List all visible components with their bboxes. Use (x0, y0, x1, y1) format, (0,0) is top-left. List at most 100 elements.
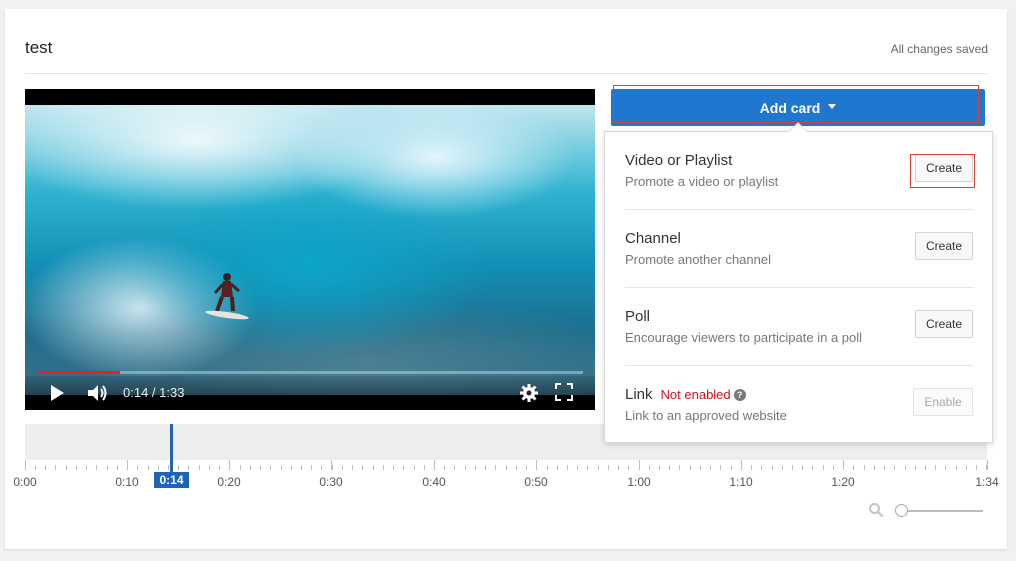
progress-bar[interactable] (37, 371, 583, 374)
create-channel-button[interactable]: Create (915, 232, 973, 260)
timeline-minor-tick (751, 465, 752, 470)
timeline-minor-tick (690, 465, 691, 470)
timeline-minor-tick (925, 465, 926, 470)
menu-item-channel[interactable]: Channel Promote another channel Create (625, 224, 973, 302)
option-description: Promote another channel (625, 252, 771, 267)
option-title: Channel (625, 230, 681, 247)
timeline-tick-label: 0:00 (13, 475, 37, 489)
option-title: Link (625, 386, 653, 403)
timeline-minor-tick (495, 465, 496, 470)
player-controls: 0:14 / 1:33 (25, 376, 595, 410)
timeline-minor-tick (311, 465, 312, 470)
menu-item-poll[interactable]: Poll Encourage viewers to participate in… (625, 302, 973, 380)
timeline-minor-tick (905, 465, 906, 470)
page-title: test (25, 38, 53, 57)
playhead-time-badge: 0:14 (154, 472, 189, 488)
timeline-minor-tick (506, 465, 507, 470)
timeline-minor-tick (853, 465, 854, 470)
timeline-minor-tick (454, 465, 455, 470)
timeline-minor-tick (188, 465, 189, 470)
timeline-minor-tick (86, 465, 87, 470)
timeline-minor-tick (199, 465, 200, 470)
timeline-minor-tick (219, 465, 220, 470)
menu-item-link[interactable]: Link Not enabled? Link to an approved web… (625, 380, 973, 458)
timeline-minor-tick (536, 465, 537, 470)
timeline-minor-tick (772, 465, 773, 470)
timeline-minor-tick (45, 465, 46, 470)
menu-item-video-playlist[interactable]: Video or Playlist Promote a video or pla… (625, 146, 973, 224)
timeline-minor-tick (301, 465, 302, 470)
video-player[interactable]: 0:14 / 1:33 (25, 89, 595, 410)
timeline-minor-tick (66, 465, 67, 470)
time-display: 0:14 / 1:33 (123, 385, 185, 400)
timeline-minor-tick (587, 465, 588, 470)
help-icon[interactable]: ? (733, 389, 746, 401)
playhead[interactable] (170, 424, 173, 472)
timeline-minor-tick (976, 465, 977, 470)
timeline-minor-tick (373, 465, 374, 470)
menu-divider (625, 365, 973, 366)
timeline-minor-tick (649, 465, 650, 470)
timeline-minor-tick (628, 465, 629, 470)
timeline-tick-label: 1:10 (729, 475, 753, 489)
timeline-minor-tick (843, 465, 844, 470)
timeline-minor-tick (639, 465, 640, 470)
create-video-playlist-button[interactable]: Create (915, 154, 973, 182)
video-frame[interactable] (25, 105, 595, 395)
zoom-slider[interactable] (900, 510, 983, 512)
timeline-minor-tick (383, 465, 384, 470)
timeline-minor-tick (884, 465, 885, 470)
timeline-minor-tick (812, 465, 813, 470)
add-card-label: Add card (759, 99, 821, 116)
option-title: Poll (625, 308, 651, 325)
timeline-minor-tick (782, 465, 783, 470)
timeline-minor-tick (158, 465, 159, 470)
enable-link-button: Enable (913, 388, 973, 416)
timeline-minor-tick (434, 465, 435, 470)
zoom-slider-handle[interactable] (895, 504, 908, 517)
timeline-minor-tick (475, 465, 476, 470)
timeline-minor-tick (833, 465, 834, 470)
timeline-minor-tick (598, 465, 599, 470)
timeline-minor-tick (894, 465, 895, 470)
timeline-minor-tick (229, 465, 230, 470)
timeline-minor-tick (608, 465, 609, 470)
option-description: Encourage viewers to participate in a po… (625, 330, 863, 345)
card-type-menu: Video or Playlist Promote a video or pla… (604, 131, 993, 443)
timeline-minor-tick (526, 465, 527, 470)
timeline-minor-tick (393, 465, 394, 470)
timeline-minor-tick (178, 465, 179, 470)
create-poll-button[interactable]: Create (915, 310, 973, 338)
option-description: Promote a video or playlist (625, 174, 779, 189)
timeline-minor-tick (424, 465, 425, 470)
timeline-minor-tick (342, 465, 343, 470)
timeline-minor-tick (823, 465, 824, 470)
timeline-minor-tick (669, 465, 670, 470)
timeline-minor-tick (802, 465, 803, 470)
timeline-minor-tick (741, 465, 742, 470)
play-icon[interactable] (49, 384, 65, 402)
timeline-minor-tick (935, 465, 936, 470)
timeline-minor-tick (352, 465, 353, 470)
timeline-minor-tick (168, 465, 169, 470)
gear-icon[interactable] (519, 383, 539, 403)
timeline-tick-label: 0:10 (115, 475, 139, 489)
timeline-tick-label: 1:34 (975, 475, 999, 489)
timeline-minor-tick (731, 465, 732, 470)
timeline-minor-tick (659, 465, 660, 470)
timeline-minor-tick (915, 465, 916, 470)
timeline-minor-tick (792, 465, 793, 470)
menu-divider (625, 287, 973, 288)
search-icon (869, 503, 884, 518)
fullscreen-icon[interactable] (555, 383, 573, 401)
timeline-minor-tick (864, 465, 865, 470)
timeline-minor-tick (240, 465, 241, 470)
timeline-minor-tick (321, 465, 322, 470)
add-card-button[interactable]: Add card (611, 89, 985, 126)
timeline-tick-label: 1:00 (627, 475, 651, 489)
timeline-minor-tick (966, 465, 967, 470)
timeline-minor-tick (874, 465, 875, 470)
timeline-minor-tick (281, 465, 282, 470)
volume-icon[interactable] (87, 383, 109, 403)
timeline-minor-tick (618, 465, 619, 470)
